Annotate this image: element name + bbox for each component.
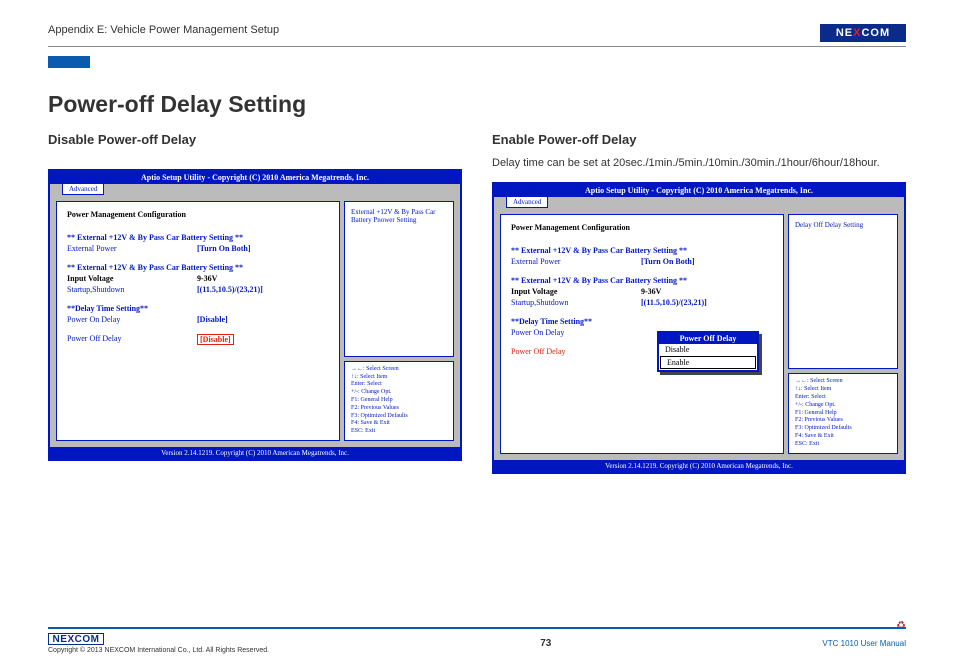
startup-val: [(11.5,10.5)/(23,21)] bbox=[197, 285, 263, 294]
external-power-row-r[interactable]: External Power [Turn On Both] bbox=[511, 257, 773, 266]
bios-panel-right: Aptio Setup Utility - Copyright (C) 2010… bbox=[492, 182, 906, 474]
bios-main: Power Management Configuration ** Extern… bbox=[56, 201, 340, 441]
startup-label: Startup,Shutdown bbox=[67, 285, 197, 294]
input-voltage-val: 9-36V bbox=[197, 274, 217, 283]
bios-header-r: Aptio Setup Utility - Copyright (C) 2010… bbox=[494, 184, 904, 197]
disable-subtitle: Disable Power-off Delay bbox=[48, 132, 462, 147]
power-on-delay-label: Power On Delay bbox=[67, 315, 197, 324]
cfg-sec3-r: **Delay Time Setting** bbox=[511, 317, 773, 326]
cfg-sec3: **Delay Time Setting** bbox=[67, 304, 329, 313]
appendix-title: Appendix E: Vehicle Power Management Set… bbox=[48, 24, 279, 36]
cfg-heading-r: Power Management Configuration bbox=[511, 223, 773, 232]
bios-tabs-r: Advanced bbox=[494, 197, 904, 208]
bios-tabs: Advanced bbox=[50, 184, 460, 195]
tab-marker bbox=[48, 55, 906, 73]
bios-body: Power Management Configuration ** Extern… bbox=[56, 201, 454, 441]
bios-tab-advanced-r[interactable]: Advanced bbox=[506, 197, 548, 208]
external-power-row[interactable]: External Power [Turn On Both] bbox=[67, 244, 329, 253]
enable-subtitle: Enable Power-off Delay bbox=[492, 132, 906, 147]
bios-panel-left: Aptio Setup Utility - Copyright (C) 2010… bbox=[48, 169, 462, 461]
power-off-delay-row[interactable]: Power Off Delay [Disable] bbox=[67, 334, 329, 345]
startup-row-r[interactable]: Startup,Shutdown [(11.5,10.5)/(23,21)] bbox=[511, 298, 773, 307]
popup-title: Power Off Delay bbox=[659, 333, 757, 344]
bios-tab-advanced[interactable]: Advanced bbox=[62, 184, 104, 195]
input-voltage-label: Input Voltage bbox=[67, 274, 197, 283]
cfg-sec1: ** External +12V & By Pass Car Battery S… bbox=[67, 233, 329, 242]
startup-val-r: [(11.5,10.5)/(23,21)] bbox=[641, 298, 707, 307]
page-footer: NEXCOM Copyright © 2013 NEXCOM Internati… bbox=[48, 627, 906, 654]
power-off-delay-val-selected: [Disable] bbox=[197, 334, 234, 345]
external-power-label: External Power bbox=[67, 244, 197, 253]
startup-label-r: Startup,Shutdown bbox=[511, 298, 641, 307]
footer-copyright: Copyright © 2013 NEXCOM International Co… bbox=[48, 647, 269, 654]
bios-side: External +12V & By Pass Car Battery Pnow… bbox=[344, 201, 454, 441]
nexcom-logo: NEXCOM bbox=[820, 24, 906, 42]
bios-footer: Version 2.14.1219. Copyright (C) 2010 Am… bbox=[50, 447, 460, 459]
cfg-sec2: ** External +12V & By Pass Car Battery S… bbox=[67, 263, 329, 272]
startup-row[interactable]: Startup,Shutdown [(11.5,10.5)/(23,21)] bbox=[67, 285, 329, 294]
enable-desc: Delay time can be set at 20sec./1min./5m… bbox=[492, 155, 906, 172]
page-header: Appendix E: Vehicle Power Management Set… bbox=[48, 24, 906, 47]
bios-help-r: →←: Select Screen ↑↓: Select Item Enter:… bbox=[788, 373, 898, 453]
bios-header: Aptio Setup Utility - Copyright (C) 2010… bbox=[50, 171, 460, 184]
bios-info-right: Delay Off Delay Setting bbox=[788, 214, 898, 370]
power-on-delay-label-r: Power On Delay bbox=[511, 328, 641, 337]
footer-manual: VTC 1010 User Manual bbox=[822, 639, 906, 648]
external-power-label-r: External Power bbox=[511, 257, 641, 266]
footer-logo: NEXCOM bbox=[48, 633, 104, 645]
cfg-sec2-r: ** External +12V & By Pass Car Battery S… bbox=[511, 276, 773, 285]
popup-opt-enable[interactable]: Enable bbox=[660, 356, 756, 369]
input-voltage-row: Input Voltage 9-36V bbox=[67, 274, 329, 283]
cfg-heading: Power Management Configuration bbox=[67, 210, 329, 219]
page-number: 73 bbox=[540, 638, 551, 649]
power-on-delay-row[interactable]: Power On Delay [Disable] bbox=[67, 315, 329, 324]
input-voltage-label-r: Input Voltage bbox=[511, 287, 641, 296]
external-power-val: [Turn On Both] bbox=[197, 244, 251, 253]
cfg-sec1-r: ** External +12V & By Pass Car Battery S… bbox=[511, 246, 773, 255]
power-off-delay-popup[interactable]: Power Off Delay Disable Enable bbox=[657, 331, 759, 372]
power-on-delay-val: [Disable] bbox=[197, 315, 228, 324]
right-column: Enable Power-off Delay Delay time can be… bbox=[492, 132, 906, 474]
left-column: Disable Power-off Delay Aptio Setup Util… bbox=[48, 132, 462, 474]
columns: Disable Power-off Delay Aptio Setup Util… bbox=[48, 132, 906, 474]
power-off-delay-label-r: Power Off Delay bbox=[511, 347, 641, 356]
bios-side-r: Delay Off Delay Setting →←: Select Scree… bbox=[788, 214, 898, 454]
bios-main-r: Power Management Configuration ** Extern… bbox=[500, 214, 784, 454]
page-title: Power-off Delay Setting bbox=[48, 91, 906, 118]
input-voltage-row-r: Input Voltage 9-36V bbox=[511, 287, 773, 296]
external-power-val-r: [Turn On Both] bbox=[641, 257, 695, 266]
bios-help: →←: Select Screen ↑↓: Select Item Enter:… bbox=[344, 361, 454, 441]
footer-left: NEXCOM Copyright © 2013 NEXCOM Internati… bbox=[48, 633, 269, 654]
bios-footer-r: Version 2.14.1219. Copyright (C) 2010 Am… bbox=[494, 460, 904, 472]
bios-body-r: Power Management Configuration ** Extern… bbox=[500, 214, 898, 454]
power-off-delay-label: Power Off Delay bbox=[67, 334, 197, 345]
input-voltage-val-r: 9-36V bbox=[641, 287, 661, 296]
bios-info-left: External +12V & By Pass Car Battery Pnow… bbox=[344, 201, 454, 357]
popup-opt-disable[interactable]: Disable bbox=[659, 344, 757, 355]
